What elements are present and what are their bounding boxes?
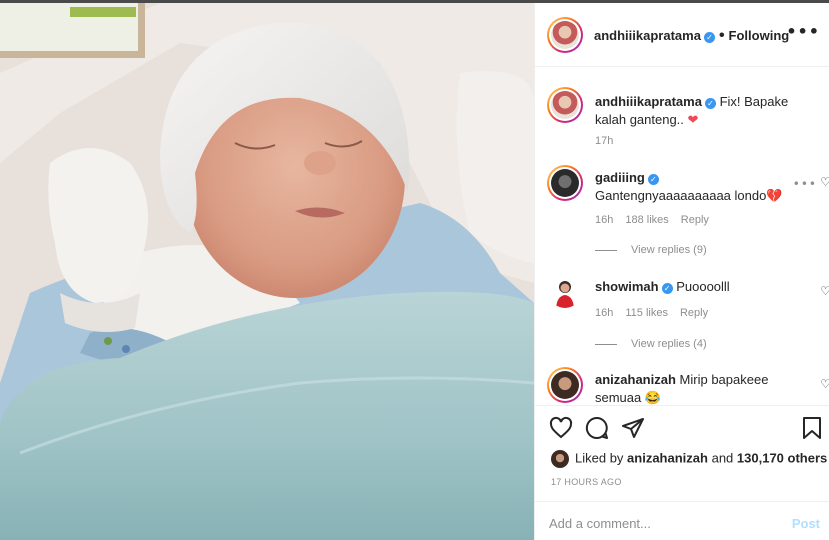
- comment-text: Gantengnyaaaaaaaaaa londo💔: [595, 188, 783, 203]
- reply-button[interactable]: Reply: [681, 214, 709, 226]
- caption-time: 17h: [595, 135, 614, 147]
- comment-avatar[interactable]: [549, 276, 581, 308]
- post-image[interactable]: [0, 3, 534, 540]
- comment-avatar[interactable]: [547, 165, 583, 201]
- red-heart-emoji: ❤: [687, 112, 699, 127]
- like-comment-heart-icon[interactable]: ♡: [820, 377, 829, 391]
- like-comment-heart-icon[interactable]: ♡: [820, 175, 829, 189]
- comment-meta: 16h 115 likes Reply: [595, 307, 709, 319]
- reply-button[interactable]: Reply: [680, 307, 708, 319]
- comment-avatar[interactable]: [547, 367, 583, 403]
- newborn-baby-photo: [0, 3, 534, 540]
- caption: andhiiikapratama ✓ Fix! Bapake kalah gant…: [547, 87, 827, 157]
- comment-likes[interactable]: 188 likes: [625, 214, 668, 226]
- liker-avatar[interactable]: [551, 450, 569, 468]
- add-comment-input[interactable]: Add a comment...: [549, 516, 651, 531]
- caption-avatar[interactable]: [547, 87, 583, 123]
- separator-dot: •: [718, 27, 725, 44]
- author-username[interactable]: andhiiikapratama: [594, 28, 701, 43]
- comment-bubble-icon[interactable]: [585, 416, 609, 440]
- author-avatar[interactable]: [547, 17, 583, 53]
- post-header: andhiiikapratama ✓ • Following •••: [535, 3, 829, 67]
- more-options-icon[interactable]: •••: [786, 24, 820, 40]
- caption-username[interactable]: andhiiikapratama: [595, 94, 702, 109]
- post-actions: Liked by anizahanizah and 130,170 others…: [535, 405, 829, 540]
- likes-count[interactable]: 130,170 others: [737, 450, 827, 465]
- comment-username[interactable]: anizahanizah: [595, 372, 676, 387]
- post-timestamp[interactable]: 17 HOURS AGO: [551, 477, 622, 487]
- comment-username[interactable]: gadiiing: [595, 170, 645, 185]
- following-button[interactable]: Following: [729, 28, 790, 43]
- verified-badge-icon: ✓: [703, 32, 715, 43]
- comment-item: gadiiing ✓ Gantengnyaaaaaaaaaa londo💔 •••…: [547, 165, 829, 265]
- comment-meta: 16h 188 likes Reply: [595, 214, 709, 226]
- like-comment-heart-icon[interactable]: ♡: [820, 284, 829, 298]
- share-paper-plane-icon[interactable]: [621, 416, 645, 440]
- comment-text: Puoooolll: [676, 279, 730, 294]
- comments-list[interactable]: andhiiikapratama ✓ Fix! Bapake kalah gant…: [535, 68, 829, 405]
- save-bookmark-icon[interactable]: [800, 416, 824, 440]
- comment-composer: Add a comment... Post: [535, 501, 829, 540]
- comment-more-icon[interactable]: •••: [793, 177, 817, 191]
- liker-username[interactable]: anizahanizah: [627, 450, 708, 465]
- comment-item: showimah ✓ Puoooolll ♡ 16h 115 likes Reply …: [547, 274, 829, 369]
- comment-likes[interactable]: 115 likes: [625, 307, 668, 319]
- verified-badge-icon: ✓: [704, 98, 716, 109]
- comment-username[interactable]: showimah: [595, 279, 659, 294]
- post-sidebar: andhiiikapratama ✓ • Following ••• andhiiik…: [534, 3, 829, 540]
- view-replies-button[interactable]: View replies (4): [595, 338, 707, 350]
- comment-item: anizahanizah Mirip bapakeee semuaa 😂 ♡: [547, 367, 829, 405]
- liked-by: Liked by anizahanizah and 130,170 others: [551, 450, 827, 468]
- like-heart-icon[interactable]: [549, 416, 573, 440]
- view-replies-button[interactable]: View replies (9): [595, 244, 707, 256]
- post-comment-button[interactable]: Post: [792, 516, 820, 531]
- verified-badge-icon: ✓: [647, 174, 659, 185]
- verified-badge-icon: ✓: [661, 283, 673, 294]
